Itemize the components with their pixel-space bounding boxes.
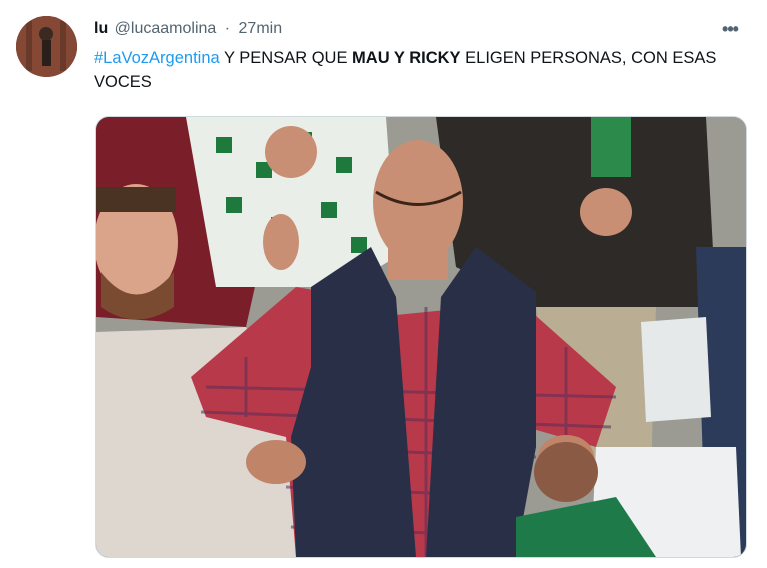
hashtag-link[interactable]: #LaVozArgentina (94, 49, 220, 67)
more-options-icon[interactable]: ••• (719, 18, 741, 40)
tweet-text-part1: Y PENSAR QUE (219, 49, 353, 67)
photo-illustration (96, 117, 746, 557)
tweet: lu @lucaamolina · 27min ••• #LaVozArgent… (0, 0, 767, 568)
timestamp[interactable]: 27min (239, 20, 283, 37)
tweet-text: #LaVozArgentina Y PENSAR QUE MAU Y RICKY… (94, 46, 754, 94)
separator-dot: · (224, 20, 231, 37)
avatar-image (16, 16, 77, 77)
tweet-text-bold: MAU Y RICKY (352, 49, 461, 67)
tweet-header: lu @lucaamolina · 27min (94, 20, 282, 42)
author-name[interactable]: lu (94, 20, 108, 37)
author-handle[interactable]: @lucaamolina (115, 20, 217, 37)
avatar[interactable] (16, 16, 77, 77)
tweet-media-photo[interactable] (95, 116, 747, 558)
